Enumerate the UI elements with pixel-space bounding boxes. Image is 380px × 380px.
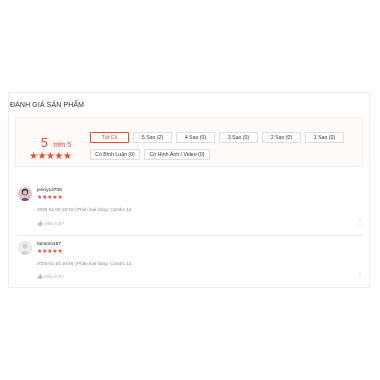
helpful-label: Hữu ích?	[44, 275, 65, 280]
filter-with-comment[interactable]: Có Bình Luận (0)	[90, 149, 140, 160]
filter-3-star[interactable]: 3 Sao (0)	[219, 132, 258, 143]
filter-5-star[interactable]: 5 Sao (2)	[133, 132, 172, 143]
helpful-label: Hữu ích?	[44, 222, 65, 227]
review-meta: 2026-01-15 16:46 | Phân loại hàng: Combo…	[37, 261, 132, 266]
filter-2-star[interactable]: 2 Sao (0)	[262, 132, 301, 143]
filter-with-media[interactable]: Có Hình Ảnh / Video (0)	[144, 149, 210, 160]
review-item: tamtom457 ★★★★★ 2026-01-15 16:46 | Phân …	[17, 241, 363, 281]
review-username[interactable]: jenny13708	[37, 188, 62, 193]
review-stars: ★★★★★	[37, 195, 63, 201]
helpful-button[interactable]: Hữu ích?	[37, 273, 64, 280]
thumbs-up-icon	[37, 273, 43, 279]
rating-score: 5 trên 5	[29, 134, 83, 152]
section-title: ĐÁNH GIÁ SẢN PHẨM	[10, 102, 85, 109]
review-divider	[17, 235, 363, 236]
helpful-button[interactable]: Hữu ích?	[37, 220, 64, 227]
filter-4-star[interactable]: 4 Sao (0)	[176, 132, 215, 143]
user-avatar[interactable]	[18, 241, 32, 255]
review-item: jenny13708 ★★★★★ 2026-01-09 16:16 | Phân…	[17, 187, 363, 227]
rating-score-suffix: trên 5	[53, 142, 72, 149]
review-username[interactable]: tamtom457	[37, 242, 61, 247]
rating-summary: 5 trên 5 ★★★★★ Tất Cả 5 Sao (2) 4 Sao (0…	[15, 117, 363, 167]
product-reviews-card: ĐÁNH GIÁ SẢN PHẨM 5 trên 5 ★★★★★ Tất Cả …	[8, 92, 370, 288]
user-avatar[interactable]	[18, 187, 32, 201]
review-meta: 2026-01-09 16:16 | Phân loại hàng: Combo…	[37, 207, 132, 212]
filter-all[interactable]: Tất Cả	[90, 132, 129, 143]
rating-stars: ★★★★★	[29, 151, 72, 162]
rating-score-value: 5	[40, 135, 48, 150]
review-stars: ★★★★★	[37, 249, 63, 255]
more-vertical-icon[interactable]: ⋮	[357, 220, 363, 226]
filter-1-star[interactable]: 1 Sao (0)	[305, 132, 344, 143]
thumbs-up-icon	[37, 220, 43, 226]
more-vertical-icon[interactable]: ⋮	[357, 273, 363, 279]
